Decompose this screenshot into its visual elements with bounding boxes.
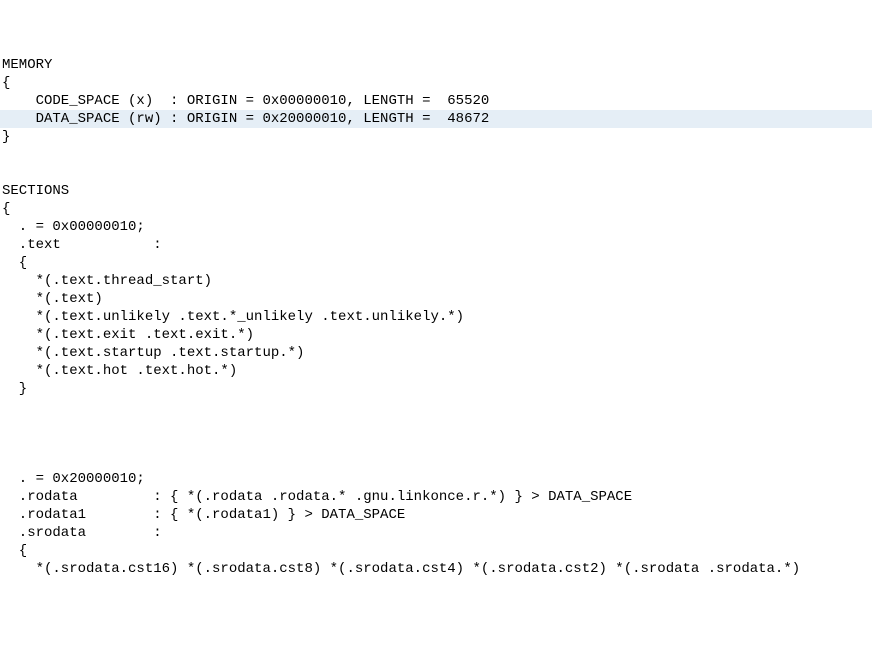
code-line-7: SECTIONS	[0, 182, 872, 200]
code-line-18: }	[0, 380, 872, 398]
code-line-5	[0, 146, 872, 164]
code-line-12: *(.text.thread_start)	[0, 272, 872, 290]
code-line-16: *(.text.startup .text.startup.*)	[0, 344, 872, 362]
code-line-2: CODE_SPACE (x) : ORIGIN = 0x00000010, LE…	[0, 92, 872, 110]
code-line-15: *(.text.exit .text.exit.*)	[0, 326, 872, 344]
code-line-19	[0, 398, 872, 416]
code-line-9: . = 0x00000010;	[0, 218, 872, 236]
code-line-17: *(.text.hot .text.hot.*)	[0, 362, 872, 380]
code-line-6	[0, 164, 872, 182]
code-line-23: . = 0x20000010;	[0, 470, 872, 488]
code-line-10: .text :	[0, 236, 872, 254]
code-line-1: {	[0, 74, 872, 92]
code-line-3: DATA_SPACE (rw) : ORIGIN = 0x20000010, L…	[0, 110, 872, 128]
code-line-0: MEMORY	[0, 56, 872, 74]
code-line-22	[0, 452, 872, 470]
code-line-25: .rodata1 : { *(.rodata1) } > DATA_SPACE	[0, 506, 872, 524]
code-line-24: .rodata : { *(.rodata .rodata.* .gnu.lin…	[0, 488, 872, 506]
code-line-20	[0, 416, 872, 434]
code-line-13: *(.text)	[0, 290, 872, 308]
code-line-21	[0, 434, 872, 452]
code-line-14: *(.text.unlikely .text.*_unlikely .text.…	[0, 308, 872, 326]
code-line-4: }	[0, 128, 872, 146]
linker-script-code: MEMORY{ CODE_SPACE (x) : ORIGIN = 0x0000…	[0, 56, 872, 578]
code-line-11: {	[0, 254, 872, 272]
code-line-26: .srodata :	[0, 524, 872, 542]
code-line-28: *(.srodata.cst16) *(.srodata.cst8) *(.sr…	[0, 560, 872, 578]
code-line-27: {	[0, 542, 872, 560]
code-line-8: {	[0, 200, 872, 218]
